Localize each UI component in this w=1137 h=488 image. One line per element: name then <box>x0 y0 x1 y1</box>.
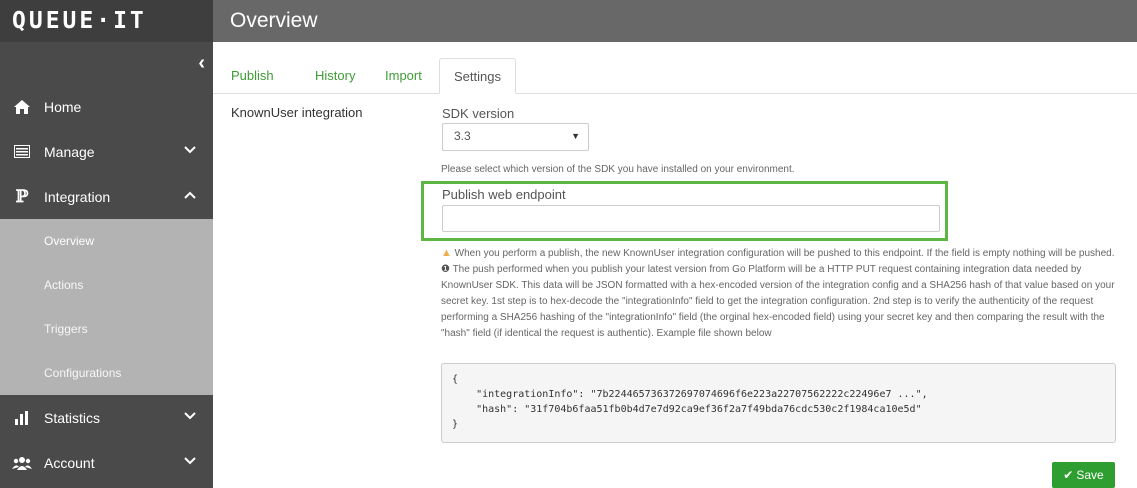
sidebar-item-home[interactable]: Home <box>0 84 213 129</box>
publish-endpoint-input[interactable] <box>442 205 940 232</box>
tab-settings[interactable]: Settings <box>439 58 516 94</box>
info-icon: ❶ <box>441 264 450 275</box>
chevron-down-icon <box>184 454 196 468</box>
save-button[interactable]: ✔ Save <box>1052 462 1115 488</box>
sidebar-item-account[interactable]: Account <box>0 440 213 485</box>
tab-import[interactable]: Import <box>385 58 422 94</box>
sdk-version-select[interactable]: 3.3 ▼ <box>442 123 589 151</box>
check-icon: ✔ <box>1063 468 1074 482</box>
sidebar-item-statistics[interactable]: Statistics <box>0 395 213 440</box>
home-icon <box>11 99 33 115</box>
sidebar-item-label: Manage <box>44 143 95 160</box>
sidebar-subitem-overview[interactable]: Overview <box>0 219 213 263</box>
sidebar-subitem-configurations[interactable]: Configurations <box>0 351 213 395</box>
sidebar-collapse[interactable]: ‹ <box>0 42 213 84</box>
warning-text: When you perform a publish, the new Know… <box>454 248 1115 259</box>
manage-icon <box>11 145 33 158</box>
tab-bar: Publish History Import Settings <box>213 58 1137 94</box>
chevron-left-icon[interactable]: ‹ <box>198 52 205 75</box>
integration-submenu: Overview Actions Triggers Configurations <box>0 219 213 395</box>
sidebar-subitem-triggers[interactable]: Triggers <box>0 307 213 351</box>
code-example: { "integrationInfo": "7b2244657363726970… <box>441 363 1116 443</box>
statistics-icon <box>11 410 33 425</box>
logo-text: QUEUE·IT <box>12 8 147 34</box>
account-icon <box>11 456 33 470</box>
warning-icon: ▲ <box>441 247 452 259</box>
logo: QUEUE·IT <box>0 0 213 42</box>
sidebar-item-label: Statistics <box>44 409 101 426</box>
sidebar-item-label: Integration <box>44 188 111 205</box>
chevron-down-icon <box>184 409 196 423</box>
sidebar-item-manage[interactable]: Manage <box>0 129 213 174</box>
page-title: Overview <box>230 9 318 32</box>
sidebar: QUEUE·IT ‹ Home Manage ℙ Integration Ove… <box>0 0 213 488</box>
sidebar-item-integration[interactable]: ℙ Integration <box>0 174 213 219</box>
sdk-help-text: Please select which version of the SDK y… <box>441 164 795 175</box>
info-text: The push performed when you publish your… <box>441 264 1115 339</box>
sidebar-item-label: Account <box>44 454 95 471</box>
publish-endpoint-label: Publish web endpoint <box>442 187 566 202</box>
warning-note: ▲ When you perform a publish, the new Kn… <box>441 245 1116 262</box>
chevron-up-icon <box>184 188 196 202</box>
sidebar-subitem-actions[interactable]: Actions <box>0 263 213 307</box>
caret-down-icon: ▼ <box>571 131 580 141</box>
tab-publish[interactable]: Publish <box>231 58 274 94</box>
sdk-version-label: SDK version <box>442 106 515 121</box>
tab-history[interactable]: History <box>315 58 355 94</box>
info-note: ❶ The push performed when you publish yo… <box>441 262 1116 342</box>
sdk-version-value: 3.3 <box>454 129 471 143</box>
integration-icon: ℙ <box>15 186 29 207</box>
chevron-down-icon <box>184 143 196 157</box>
app-root: QUEUE·IT ‹ Home Manage ℙ Integration Ove… <box>0 0 1137 488</box>
save-label: Save <box>1076 468 1104 482</box>
page-header: Overview <box>213 0 1137 42</box>
integration-notes: ▲ When you perform a publish, the new Kn… <box>441 245 1116 342</box>
sidebar-item-label: Home <box>44 98 82 115</box>
section-label: KnownUser integration <box>231 105 363 120</box>
